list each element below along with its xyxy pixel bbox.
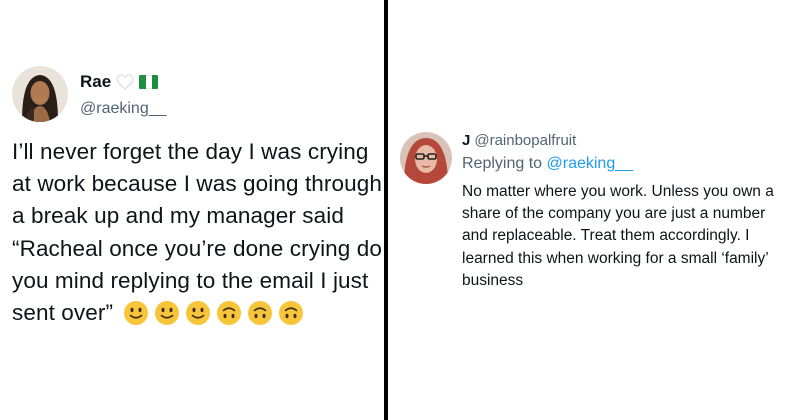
upside-down-face-icon [248,301,273,326]
display-name[interactable]: J [462,132,470,151]
replying-to: Replying to @raeking__ [462,155,782,177]
emoji-row [123,300,304,326]
handle[interactable]: @raeking__ [80,100,167,118]
slightly-smiling-face-icon [155,301,180,326]
tweet-body: I’ll never forget the day I was crying a… [12,139,382,326]
white-heart-icon [116,74,134,90]
avatar[interactable] [400,132,452,184]
display-name[interactable]: Rae [80,72,111,92]
slightly-smiling-face-icon [124,301,149,326]
handle[interactable]: @rainbopalfruit [474,132,576,151]
upside-down-face-icon [217,301,242,326]
avatar[interactable] [12,66,68,122]
upside-down-face-icon [279,301,304,326]
replying-to-label: Replying to [462,155,543,172]
slightly-smiling-face-icon [186,301,211,326]
replying-to-mention-link[interactable]: @raeking__ [547,155,634,172]
tweet-text: I’ll never forget the day I was crying a… [12,136,387,329]
nigeria-flag-icon [139,75,159,89]
tweet-text: No matter where you work. Unless you own… [462,183,774,289]
